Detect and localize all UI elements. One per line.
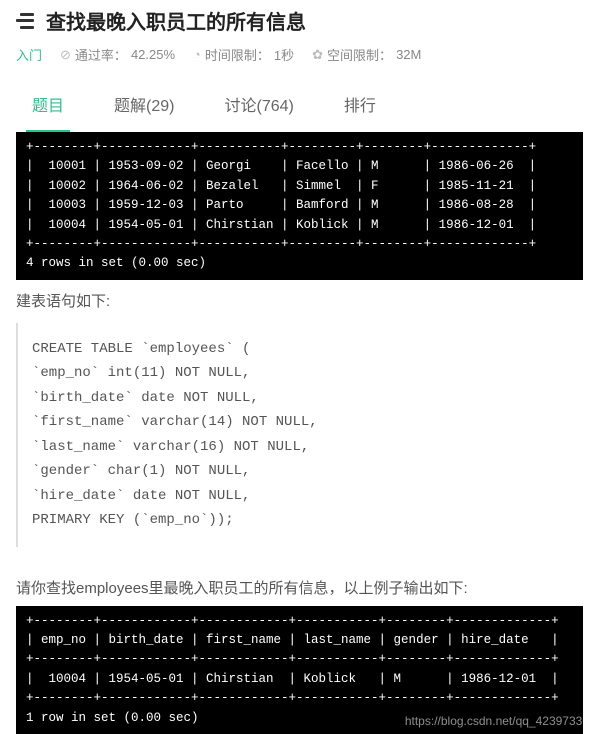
tabs: 题目 题解(29) 讨论(764) 排行	[0, 78, 599, 132]
menu-icon[interactable]	[16, 13, 36, 29]
pass-rate: ⊘ 通过率： 42.25%	[60, 45, 175, 64]
space-limit: ✿ 空间限制： 32M	[312, 45, 421, 64]
gear-icon: ✿	[312, 47, 323, 63]
tab-discuss[interactable]: 讨论(764)	[218, 78, 299, 132]
watermark: https://blog.csdn.net/qq_42397330	[0, 714, 599, 728]
prompt-text: 请你查找employees里最晚入职员工的所有信息，以上例子输出如下:	[0, 559, 599, 606]
clock-icon: ◔	[193, 47, 201, 62]
section-heading: 建表语句如下:	[0, 280, 599, 319]
create-table-sql: CREATE TABLE `employees` ( `emp_no` int(…	[16, 323, 583, 547]
meta-row: 入门 ⊘ 通过率： 42.25% ◔ 时间限制： 1秒 ✿ 空间限制： 32M	[0, 39, 599, 78]
difficulty-level: 入门	[16, 45, 42, 64]
time-limit-value: 1秒	[274, 45, 294, 64]
check-icon: ⊘	[60, 47, 71, 63]
space-limit-label: 空间限制：	[327, 45, 392, 64]
tab-rank[interactable]: 排行	[338, 78, 382, 132]
page-title: 查找最晚入职员工的所有信息	[46, 6, 306, 35]
tab-solutions[interactable]: 题解(29)	[108, 78, 180, 132]
terminal-output-top: +--------+------------+-----------+-----…	[16, 132, 583, 280]
time-limit-label: 时间限制：	[205, 45, 270, 64]
space-limit-value: 32M	[396, 47, 421, 62]
pass-rate-label: 通过率：	[75, 45, 127, 64]
pass-rate-value: 42.25%	[131, 47, 175, 62]
time-limit: ◔ 时间限制： 1秒	[193, 45, 294, 64]
tab-problem[interactable]: 题目	[26, 78, 70, 132]
